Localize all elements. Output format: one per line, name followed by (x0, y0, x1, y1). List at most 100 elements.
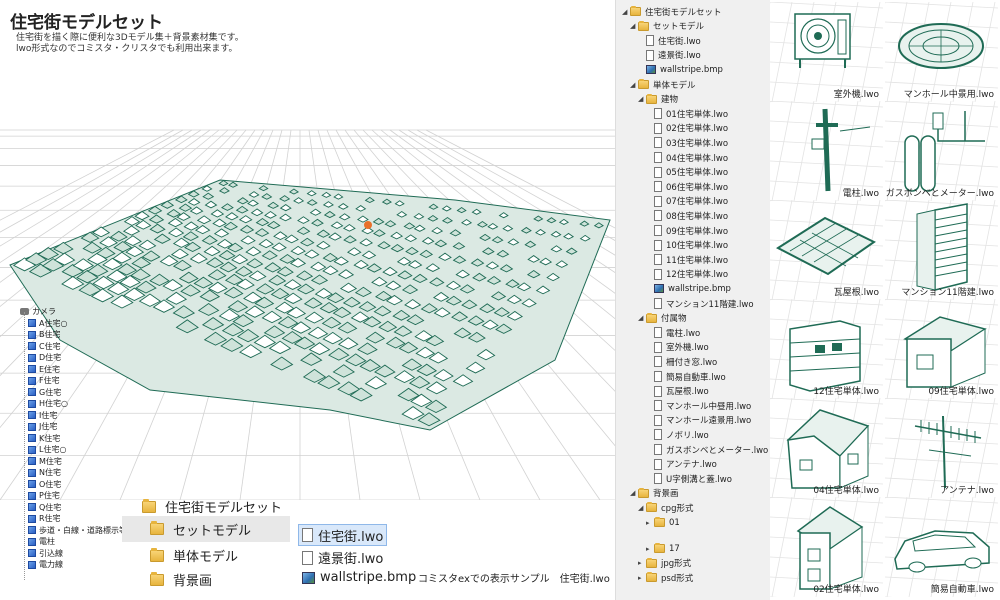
model-thumbnail[interactable]: 簡易自動車.lwo (885, 497, 998, 597)
cube-icon (28, 422, 36, 431)
tree-file[interactable]: 04住宅単体.lwo (646, 150, 728, 165)
tree-file[interactable]: 柵付き窓.lwo (646, 354, 717, 369)
object-list-item[interactable]: B住宅 (20, 329, 155, 341)
collapse-arrow-icon[interactable]: ◢ (630, 489, 638, 497)
folder-icon (646, 502, 657, 513)
tree-file[interactable]: 03住宅単体.lwo (646, 135, 728, 150)
object-list-item[interactable]: J住宅 (20, 421, 155, 433)
object-list-item[interactable]: E住宅 (20, 364, 155, 376)
document-icon (654, 137, 662, 149)
tree-file[interactable]: 12住宅単体.lwo (646, 267, 728, 282)
model-thumbnail[interactable]: ガスボンベとメーター.lwo (885, 101, 998, 201)
tree-label: 簡易自動車.lwo (666, 372, 726, 383)
file-wallstripe[interactable]: wallstripe.bmp (302, 570, 416, 585)
object-list-item[interactable]: F住宅 (20, 375, 155, 387)
model-thumbnail[interactable]: 12住宅単体.lwo (770, 299, 883, 399)
model-thumbnail[interactable]: 室外機.lwo (770, 2, 883, 102)
tree-file[interactable]: 室外機.lwo (646, 340, 709, 355)
tree-file[interactable]: マンション11階建.lwo (646, 296, 754, 311)
object-list-item[interactable]: I住宅 (20, 410, 155, 422)
tree-label: 09住宅単体.lwo (666, 226, 729, 237)
model-thumbnail[interactable]: 電柱.lwo (770, 101, 883, 201)
collapse-arrow-icon[interactable]: ◢ (638, 95, 646, 103)
object-list-item[interactable]: G住宅 (20, 387, 155, 399)
tree-folder[interactable]: ▸ psd形式 (638, 570, 693, 585)
tree-folder[interactable]: ◢ セットモデル (630, 19, 704, 34)
tree-file[interactable]: マンホール遠景用.lwo (646, 413, 751, 428)
tree-folder[interactable]: ◢ 付属物 (638, 311, 687, 326)
object-label: D住宅 (39, 353, 62, 363)
object-list-item[interactable]: N住宅 (20, 467, 155, 479)
object-list-item[interactable]: H住宅○ (20, 398, 155, 410)
thumbnail-caption: 簡易自動車.lwo (930, 585, 994, 595)
object-list-item[interactable]: カメラ (20, 306, 155, 318)
tree-file[interactable]: 電柱.lwo (646, 325, 700, 340)
tree-file[interactable]: 11住宅単体.lwo (646, 252, 728, 267)
tree-label: 電柱.lwo (666, 328, 701, 339)
tree-folder[interactable]: ◢ 住宅街モデルセット (622, 4, 722, 19)
tree-folder[interactable]: ◢ cpg形式 (638, 500, 693, 515)
tree-file[interactable]: 10住宅単体.lwo (646, 238, 728, 253)
file-jutakugai[interactable]: 住宅街.lwo (298, 524, 388, 546)
tree-file[interactable]: 遠景街.lwo (638, 48, 701, 63)
tree-file[interactable]: 09住宅単体.lwo (646, 223, 728, 238)
object-list-item[interactable]: A住宅○ (20, 318, 155, 330)
tree-file[interactable]: 07住宅単体.lwo (646, 194, 728, 209)
tree-folder[interactable]: ▸ 17 (646, 541, 680, 556)
file-browser-panel: 住宅街モデルセット セットモデル 単体モデル 背景画 住宅街.lwo 遠景街.l… (120, 490, 615, 600)
model-thumbnail[interactable]: アンテナ.lwo (885, 398, 998, 498)
tree-file[interactable]: wallstripe.bmp (646, 281, 731, 296)
model-thumbnail[interactable]: 04住宅単体.lwo (770, 398, 883, 498)
tree-file[interactable]: 08住宅単体.lwo (646, 208, 728, 223)
model-thumbnail[interactable]: 瓦屋根.lwo (770, 200, 883, 300)
model-thumbnail[interactable]: 02住宅単体.lwo (770, 497, 883, 597)
tree-file[interactable]: ノボリ.lwo (646, 427, 709, 442)
tree-file[interactable]: 簡易自動車.lwo (646, 369, 726, 384)
collapse-arrow-icon[interactable]: ◢ (638, 504, 646, 512)
tree-file[interactable]: 06住宅単体.lwo (646, 179, 728, 194)
tree-folder[interactable]: ◢ 建物 (638, 92, 678, 107)
expand-arrow-icon[interactable]: ▸ (638, 574, 646, 582)
collapse-arrow-icon[interactable]: ◢ (630, 22, 638, 30)
object-list-item[interactable]: M住宅 (20, 456, 155, 468)
tree-file[interactable]: ガスボンベとメーター.lwo (646, 442, 768, 457)
tree-file[interactable]: U字側溝と蓋.lwo (646, 471, 732, 486)
tree-folder[interactable]: ◢ 背景画 (630, 486, 679, 501)
expand-arrow-icon[interactable]: ▸ (638, 559, 646, 567)
tree-file[interactable]: マンホール中昼用.lwo (646, 398, 751, 413)
object-list-item[interactable]: O住宅 (20, 479, 155, 491)
file-enkeigai[interactable]: 遠景街.lwo (302, 548, 383, 567)
model-thumbnail[interactable]: マンション11階建.lwo (885, 200, 998, 300)
folder-background[interactable]: 背景画 (150, 570, 212, 589)
object-list-item[interactable]: C住宅 (20, 341, 155, 353)
tree-label: 住宅街.lwo (658, 36, 701, 47)
collapse-arrow-icon[interactable]: ◢ (638, 314, 646, 322)
tree-file[interactable]: wallstripe.bmp (638, 62, 723, 77)
tree-file[interactable]: 01住宅単体.lwo (646, 106, 728, 121)
object-list-item[interactable]: L住宅○ (20, 444, 155, 456)
folder-set-model[interactable]: セットモデル (122, 516, 290, 542)
document-icon (654, 341, 662, 353)
object-list-item[interactable]: K住宅 (20, 433, 155, 445)
collapse-arrow-icon[interactable]: ◢ (630, 81, 638, 89)
pivot-marker-icon[interactable] (364, 221, 372, 229)
object-list-item[interactable]: D住宅 (20, 352, 155, 364)
collapse-arrow-icon[interactable]: ◢ (622, 8, 630, 16)
page-title: 住宅街モデルセット (10, 13, 163, 33)
tree-folder[interactable]: ◢ 単体モデル (630, 77, 696, 92)
tree-label: 04住宅単体.lwo (666, 153, 729, 164)
tree-file[interactable]: 05住宅単体.lwo (646, 165, 728, 180)
model-thumbnail[interactable]: マンホール中景用.lwo (885, 2, 998, 102)
tree-file[interactable]: 02住宅単体.lwo (646, 121, 728, 136)
expand-arrow-icon[interactable]: ▸ (646, 545, 654, 553)
tree-file[interactable]: 瓦屋根.lwo (646, 384, 709, 399)
folder-label: 単体モデル (173, 550, 239, 565)
tree-folder[interactable]: ▸ 01 (646, 515, 680, 530)
tree-file[interactable]: アンテナ.lwo (646, 457, 717, 472)
tree-file[interactable]: 住宅街.lwo (638, 33, 701, 48)
folder-root[interactable]: 住宅街モデルセット (142, 497, 282, 516)
tree-folder[interactable]: ▸ jpg形式 (638, 556, 691, 571)
expand-arrow-icon[interactable]: ▸ (646, 519, 654, 527)
folder-single-model[interactable]: 単体モデル (150, 546, 238, 565)
model-thumbnail[interactable]: 09住宅単体.lwo (885, 299, 998, 399)
